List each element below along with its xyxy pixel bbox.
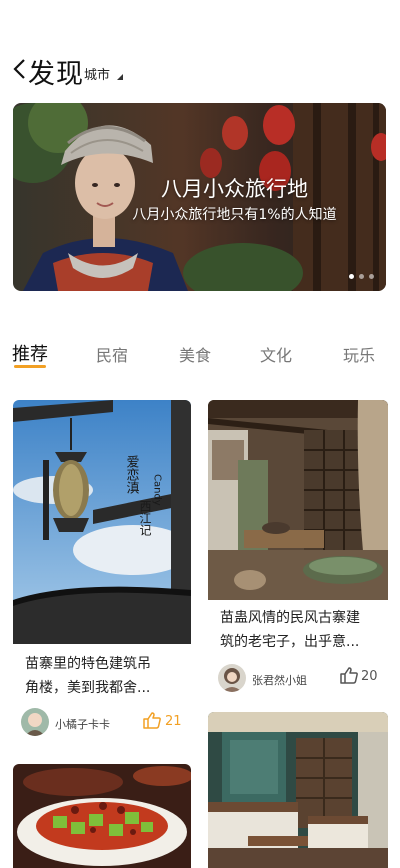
post-card[interactable] bbox=[13, 764, 191, 868]
post-image: 爱恋滇 西江记 Candy bbox=[13, 400, 191, 644]
tab-homestay[interactable]: 民宿 bbox=[96, 342, 128, 366]
banner-carousel[interactable]: 八月小众旅行地 八月小众旅行地只有1%的人知道 bbox=[13, 103, 386, 291]
author-name[interactable]: 小橘子卡卡 bbox=[55, 716, 110, 732]
post-title-line: 筑的老宅子，出乎意... bbox=[220, 634, 360, 650]
post-image bbox=[208, 400, 388, 600]
thumbs-up-icon[interactable] bbox=[340, 667, 358, 684]
like-count: 21 bbox=[165, 714, 182, 729]
banner-title: 八月小众旅行地 bbox=[161, 177, 308, 201]
tab-active-indicator bbox=[14, 365, 46, 368]
header: 发现 城市 bbox=[0, 50, 400, 90]
banner-subtitle: 八月小众旅行地只有1%的人知道 bbox=[132, 207, 337, 223]
chevron-left-icon[interactable] bbox=[12, 58, 28, 80]
tab-recommend[interactable]: 推荐 bbox=[12, 340, 48, 366]
post-card[interactable]: 苗蛊风情的民风古寨建 筑的老宅子，出乎意... 张君然小姐 20 bbox=[208, 400, 388, 700]
city-selector[interactable]: 城市 bbox=[84, 64, 110, 83]
tab-food[interactable]: 美食 bbox=[179, 342, 211, 366]
avatar[interactable] bbox=[21, 708, 49, 736]
post-image bbox=[13, 764, 191, 868]
post-image bbox=[208, 712, 388, 868]
category-tabs: 推荐 民宿 美食 文化 玩乐 bbox=[0, 340, 400, 374]
carousel-dot[interactable] bbox=[349, 274, 354, 279]
post-title: 苗寨里的特色建筑吊 角楼，美到我都舍... bbox=[25, 652, 185, 702]
post-title-line: 角楼，美到我都舍... bbox=[25, 680, 151, 696]
image-caption: 爱恋滇 bbox=[124, 455, 140, 494]
carousel-dot[interactable] bbox=[359, 274, 364, 279]
post-title: 苗蛊风情的民风古寨建 筑的老宅子，出乎意... bbox=[220, 606, 388, 656]
like-count: 20 bbox=[361, 669, 378, 684]
post-card[interactable]: 爱恋滇 西江记 Candy 苗寨里的特色建筑吊 角楼，美到我都舍... 小橘子卡… bbox=[13, 400, 191, 745]
post-card[interactable] bbox=[208, 712, 388, 868]
page-title: 发现 bbox=[28, 59, 84, 90]
carousel-dot[interactable] bbox=[369, 274, 374, 279]
image-caption: Candy bbox=[152, 474, 163, 506]
image-caption: 西江记 bbox=[138, 500, 152, 536]
post-title-line: 苗寨里的特色建筑吊 bbox=[25, 656, 151, 672]
post-title-line: 苗蛊风情的民风古寨建 bbox=[220, 610, 360, 626]
carousel-indicators bbox=[349, 274, 374, 279]
author-name[interactable]: 张君然小姐 bbox=[252, 672, 307, 688]
thumbs-up-icon[interactable] bbox=[143, 712, 161, 729]
avatar[interactable] bbox=[218, 664, 246, 692]
tab-culture[interactable]: 文化 bbox=[260, 342, 292, 366]
caret-icon[interactable] bbox=[117, 74, 123, 80]
tab-entertainment[interactable]: 玩乐 bbox=[343, 342, 375, 366]
